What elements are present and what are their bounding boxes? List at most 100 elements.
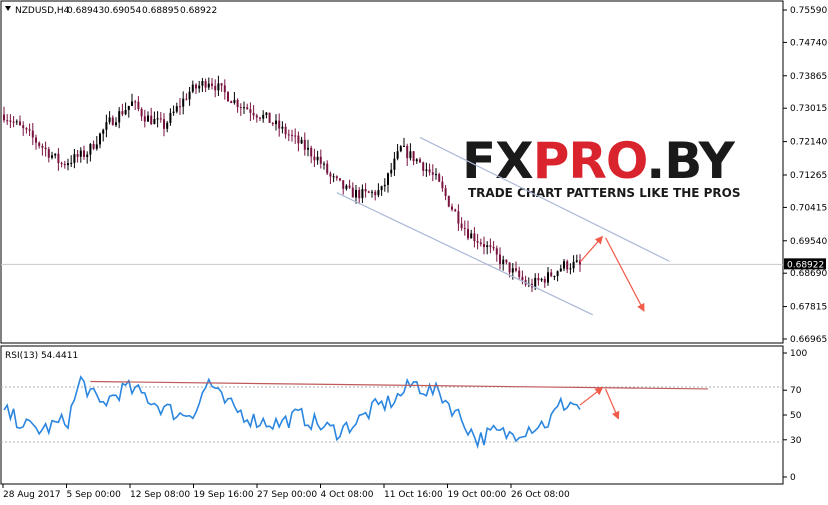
symbol-label: NZDUSD,H4: [15, 6, 70, 16]
price-candle-body: [556, 271, 559, 277]
price-tick-label: 0.74740: [790, 38, 827, 48]
price-candle-body: [159, 118, 162, 120]
price-candle-body: [380, 186, 383, 191]
price-candle-body: [73, 154, 76, 163]
price-candle-body: [140, 109, 143, 117]
price-candle-body: [3, 114, 5, 121]
price-candle-body: [271, 122, 274, 125]
price-candle-body: [374, 191, 377, 196]
price-candle-body: [473, 233, 476, 242]
price-candle-body: [204, 81, 207, 88]
current-price-label: 0.68922: [787, 260, 824, 270]
price-candle-body: [259, 117, 261, 119]
rsi-tick-label: 30: [790, 436, 802, 446]
price-candle-body: [563, 261, 565, 269]
price-candle-body: [569, 268, 572, 270]
price-candle-body: [185, 98, 188, 100]
price-candle-body: [572, 261, 575, 269]
price-candle-body: [35, 137, 37, 143]
rsi-title: RSI(13) 54.4411: [5, 351, 78, 361]
price-candle-body: [489, 245, 492, 247]
price-candle-body: [441, 181, 444, 189]
price-candle-body: [95, 144, 98, 149]
price-candle-body: [252, 112, 255, 116]
price-candle-body: [470, 233, 473, 239]
price-candle-body: [364, 189, 367, 192]
price-candle-body: [121, 111, 124, 115]
price-candle-body: [351, 187, 354, 198]
price-candle-body: [505, 259, 508, 263]
price-candle-body: [131, 101, 133, 106]
price-candle-body: [399, 146, 402, 152]
price-candle-body: [278, 120, 281, 129]
price-tick-label: 0.66965: [790, 335, 827, 345]
price-candle-body: [508, 262, 511, 273]
rsi-panel-frame: [0, 345, 784, 485]
price-candle-body: [300, 139, 303, 144]
price-candle-body: [147, 115, 149, 122]
price-candle-body: [265, 112, 268, 115]
price-candle-body: [476, 241, 479, 243]
price-candle-body: [495, 248, 498, 255]
time-tick-label: 19 Oct 00:00: [448, 490, 507, 500]
price-candle-body: [15, 121, 18, 123]
price-candle-body: [217, 83, 220, 91]
price-candle-body: [323, 163, 325, 165]
price-candle-body: [207, 83, 210, 88]
price-candle-body: [255, 115, 258, 118]
fxpro-logo: FXPRO.BY TRADE CHART PATTERNS LIKE THE P…: [462, 132, 741, 200]
time-tick-label: 11 Oct 16:00: [384, 490, 443, 500]
price-candle-body: [102, 129, 105, 134]
price-candle-body: [492, 246, 495, 249]
price-candle-body: [227, 92, 229, 102]
price-candle-body: [387, 173, 389, 185]
price-candle-body: [419, 159, 421, 163]
price-tick-label: 0.67815: [790, 303, 827, 313]
price-candle-body: [268, 112, 271, 123]
rsi-tick-label: 70: [790, 386, 802, 396]
price-candle-body: [51, 155, 53, 158]
price-candle-body: [377, 190, 380, 196]
rsi-tick-label: 0: [790, 473, 796, 483]
price-candle-body: [329, 173, 332, 177]
time-tick-label: 27 Sep 00:00: [257, 490, 317, 500]
price-candle-body: [12, 121, 15, 123]
price-candle-body: [76, 154, 79, 157]
price-candle-body: [319, 156, 322, 164]
price-candle-body: [169, 112, 172, 123]
price-candle-body: [191, 84, 194, 92]
price-candle-body: [6, 120, 9, 122]
price-candle-body: [92, 143, 95, 149]
price-candle-body: [172, 111, 175, 113]
price-candle-body: [348, 185, 351, 188]
price-candle-body: [150, 115, 153, 125]
price-candle-body: [25, 128, 28, 130]
price-candle-body: [275, 120, 277, 125]
price-candle-body: [79, 150, 82, 157]
price-candle-body: [63, 163, 66, 166]
price-candle-body: [9, 120, 12, 122]
low-value: 0.68895: [142, 6, 179, 16]
price-candle-body: [499, 254, 501, 264]
price-candle-body: [297, 135, 300, 144]
time-tick-label: 26 Oct 08:00: [511, 490, 570, 500]
price-tick-label: 0.68690: [790, 269, 827, 279]
price-candle-body: [86, 154, 89, 157]
current-price-tag: 0.68922: [784, 258, 826, 270]
price-candle-body: [390, 169, 393, 174]
time-tick-label: 5 Sep 00:00: [67, 490, 122, 500]
price-candle-body: [483, 244, 485, 248]
price-candle-body: [409, 151, 412, 159]
price-candle-body: [175, 106, 178, 112]
price-candle-body: [511, 268, 514, 273]
price-candle-body: [246, 107, 249, 110]
price-candle-body: [230, 101, 233, 104]
price-candle-body: [188, 91, 191, 100]
price-candle-body: [291, 135, 293, 137]
price-candle-body: [447, 196, 450, 207]
price-candle-body: [143, 116, 146, 122]
price-candle-body: [137, 101, 140, 110]
price-candle-body: [262, 114, 265, 119]
time-tick-label: 12 Sep 08:00: [130, 490, 190, 500]
price-candle-body: [108, 117, 111, 123]
